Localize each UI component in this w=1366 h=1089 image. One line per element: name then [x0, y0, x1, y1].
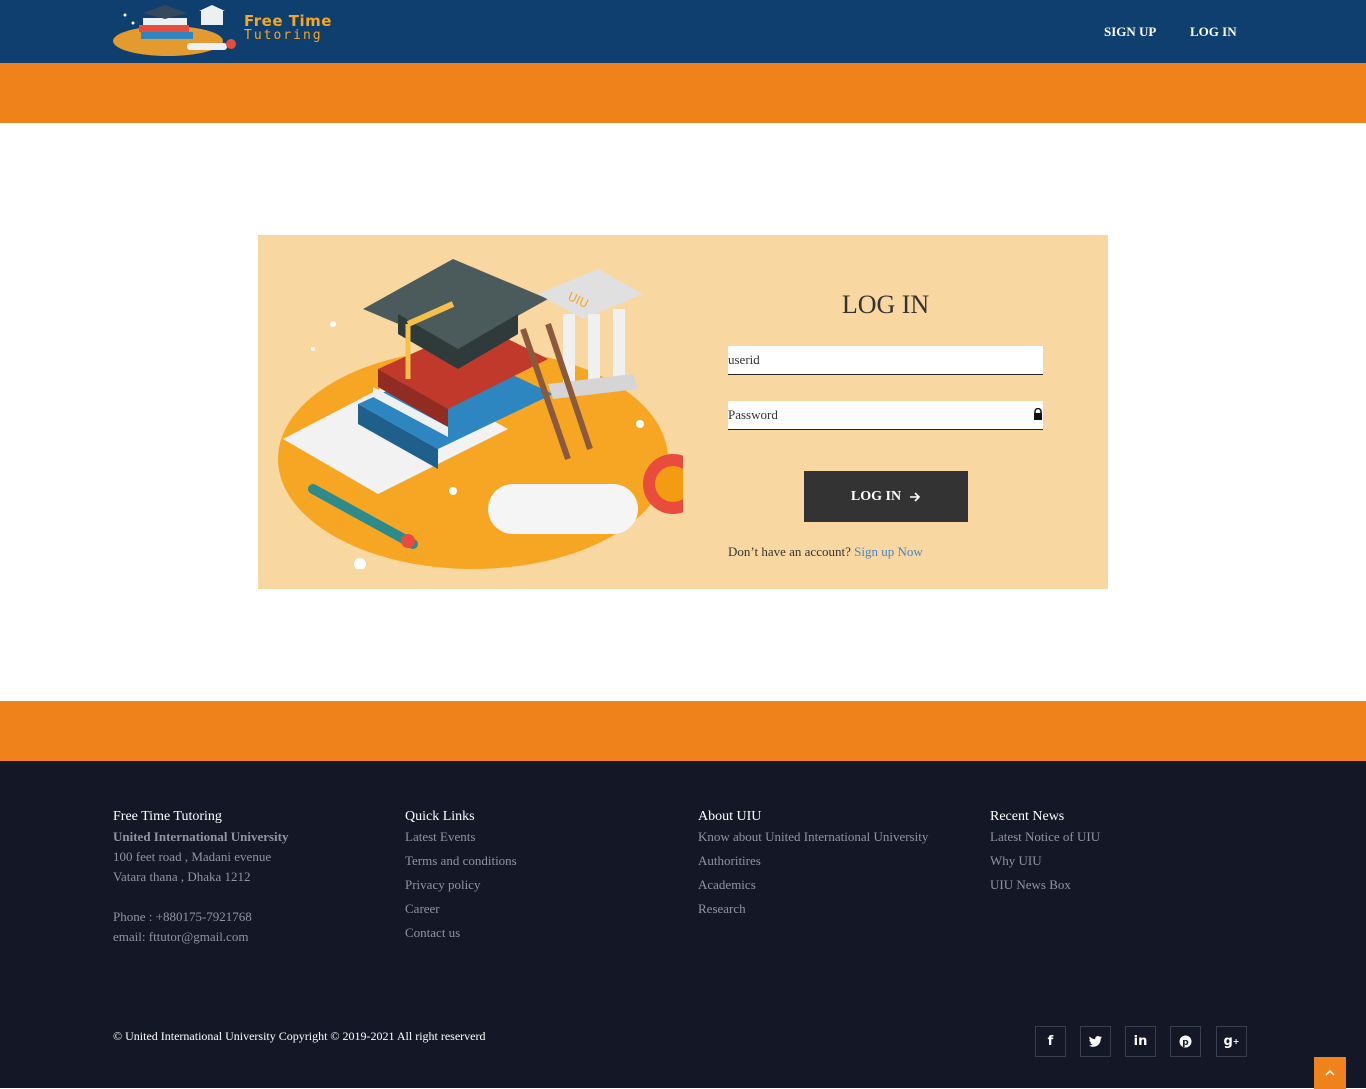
- footer-quick-links-column: Quick Links Latest Events Terms and cond…: [405, 809, 517, 949]
- footer-spacer: [113, 889, 289, 909]
- about-link-item[interactable]: Academics: [698, 877, 928, 901]
- svg-text:p: p: [1182, 1038, 1189, 1048]
- footer-address-line1: 100 feet road , Madani evenue: [113, 849, 272, 864]
- quick-links-title: Quick Links: [405, 809, 475, 824]
- top-navbar: Free Time Tutoring SIGN UP LOG IN: [0, 0, 1366, 63]
- userid-field-wrapper: [728, 346, 1043, 375]
- logo-graphic: [113, 5, 236, 56]
- news-link-item[interactable]: UIU News Box: [990, 877, 1100, 901]
- footer-news-column: Recent News Latest Notice of UIU Why UIU…: [990, 809, 1100, 901]
- linkedin-icon[interactable]: in: [1125, 1026, 1156, 1057]
- google-plus-icon[interactable]: g +: [1216, 1026, 1247, 1057]
- userid-input[interactable]: [728, 346, 1018, 373]
- footer-brand-title: Free Time Tutoring: [113, 809, 222, 824]
- nav-sign-up[interactable]: SIGN UP: [1104, 24, 1156, 40]
- about-title: About UIU: [698, 809, 762, 824]
- pinterest-icon[interactable]: p: [1170, 1026, 1201, 1057]
- scroll-to-top-button[interactable]: [1314, 1057, 1346, 1089]
- footer-address-line2: Vatara thana , Dhaka 1212: [113, 869, 251, 884]
- login-button-label: LOG IN: [850, 488, 902, 504]
- lock-icon: [1034, 408, 1042, 420]
- news-link-item[interactable]: Why UIU: [990, 853, 1100, 877]
- footer-about-column: About UIU Know about United Internationa…: [698, 809, 928, 925]
- footer-brand-column: Free Time Tutoring United International …: [113, 809, 289, 949]
- site-logo[interactable]: Free Time Tutoring: [113, 3, 348, 59]
- quick-link-item[interactable]: Privacy policy: [405, 877, 517, 901]
- no-account-text: Don’t have an account?: [728, 544, 851, 559]
- footer-phone: Phone : +880175-7921768: [113, 909, 252, 924]
- login-card: UIU LOG IN LOG IN Don’t have a: [258, 235, 1108, 589]
- news-title: Recent News: [990, 809, 1065, 824]
- orange-banner-bottom: [0, 701, 1366, 761]
- password-input[interactable]: [728, 401, 1018, 428]
- quick-link-item[interactable]: Terms and conditions: [405, 853, 517, 877]
- login-title: LOG IN: [841, 290, 930, 319]
- signup-prompt: Don’t have an account? Sign up Now: [728, 544, 923, 560]
- news-link-item[interactable]: Latest Notice of UIU: [990, 829, 1100, 853]
- arrow-right-icon: [910, 491, 921, 502]
- about-link-item[interactable]: Know about United International Universi…: [698, 829, 928, 853]
- password-field-wrapper: [728, 401, 1043, 430]
- chevron-up-icon: [1325, 1070, 1335, 1076]
- copyright-text: © United International University Copyri…: [113, 1029, 486, 1043]
- quick-link-item[interactable]: Contact us: [405, 925, 517, 949]
- quick-link-item[interactable]: Career: [405, 901, 517, 925]
- twitter-icon[interactable]: [1080, 1026, 1111, 1057]
- orange-banner-top: [0, 63, 1366, 123]
- education-illustration: UIU: [278, 259, 683, 569]
- footer-university: United International University: [113, 829, 289, 844]
- login-button[interactable]: LOG IN: [804, 471, 968, 522]
- nav-log-in[interactable]: LOG IN: [1190, 24, 1237, 40]
- quick-link-item[interactable]: Latest Events: [405, 829, 517, 853]
- logo-subtitle: Tutoring: [244, 28, 323, 43]
- signup-link[interactable]: Sign up Now: [854, 544, 923, 559]
- footer: Free Time Tutoring United International …: [0, 761, 1366, 1089]
- about-link-item[interactable]: Authoritires: [698, 853, 928, 877]
- about-link-item[interactable]: Research: [698, 901, 928, 925]
- footer-email: email: fttutor@gmail.com: [113, 929, 249, 944]
- facebook-icon[interactable]: f: [1035, 1026, 1066, 1057]
